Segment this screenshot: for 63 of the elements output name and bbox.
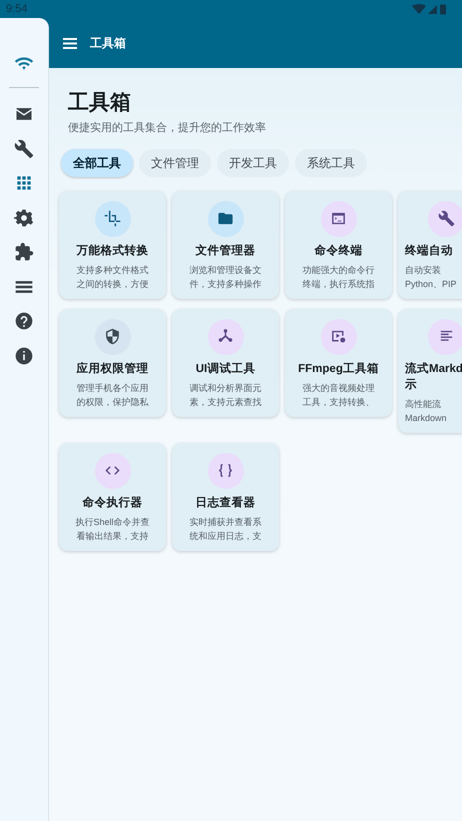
tool-card[interactable]: 万能格式转换 支持多种文件格式 之间的转换，方便: [59, 190, 166, 298]
tool-description: 高性能流: [405, 398, 442, 410]
wrench-icon[interactable]: [14, 138, 34, 159]
help-icon[interactable]: [14, 311, 34, 332]
braces-icon: [217, 462, 234, 479]
filter-chip[interactable]: 系统工具: [295, 148, 367, 176]
tool-card[interactable]: 命令执行器 执行Shell命令并查 看输出结果，支持: [59, 442, 166, 550]
tool-description: 件，支持多种操作: [188, 278, 262, 290]
app-bar-title: 工具箱: [90, 35, 126, 52]
tool-description: 浏览和管理设备文: [188, 264, 262, 276]
tool-description: 管理手机各个应用: [76, 382, 150, 394]
tool-description: 功能强大的命令行: [302, 264, 376, 276]
tool-title: 日志查看器: [194, 495, 256, 510]
tool-title: 流式Markd: [405, 361, 460, 376]
tool-description: 的权限，保护隐私: [76, 396, 150, 408]
hub-icon: [217, 328, 234, 345]
info-icon[interactable]: [14, 346, 34, 366]
tool-description: 实时捕获并查看系: [188, 516, 262, 528]
filter-chip[interactable]: 文件管理: [139, 148, 211, 176]
tool-description: 工具，支持转换、: [302, 396, 376, 408]
tool-title: 万能格式转换: [76, 243, 150, 258]
tool-description: 支持多种文件格式: [76, 264, 150, 276]
tool-description: 执行Shell命令并查: [74, 516, 150, 528]
tool-description: 统和应用日志，支: [188, 530, 262, 542]
tool-card[interactable]: 流式Markd 示 高性能流 Markdown: [398, 308, 462, 432]
filter-chip[interactable]: 开发工具: [217, 148, 289, 176]
menu-icon[interactable]: [63, 38, 77, 48]
puzzle-icon[interactable]: [14, 242, 34, 262]
tool-description: 强大的音视频处理: [302, 382, 376, 394]
tool-title: FFmpeg工具箱: [297, 362, 380, 376]
tool-card[interactable]: 日志查看器 实时捕获并查看系 统和应用日志，支: [172, 442, 279, 550]
tool-card[interactable]: 应用权限管理 管理手机各个应用 的权限，保护隐私: [59, 308, 166, 416]
tool-title: 示: [405, 378, 418, 392]
tool-title: 命令终端: [314, 243, 364, 258]
tool-card[interactable]: 终端自动 自动安装 Python、PIP: [398, 190, 462, 298]
tool-title: 终端自动: [405, 243, 454, 258]
status-time: 9:54: [6, 2, 28, 17]
tool-title: 应用权限管理: [75, 361, 150, 376]
tool-card[interactable]: UI调试工具 调试和分析界面元 素，支持元素查找: [172, 308, 279, 416]
shield-icon: [104, 328, 121, 345]
tool-description: Python、PIP: [405, 278, 458, 290]
tool-title: 文件管理器: [194, 243, 256, 258]
page-subtitle: 便捷实用的工具集合，提升您的工作效率: [68, 120, 267, 136]
tool-description: 终端，执行系统指: [302, 278, 376, 290]
tool-title: 命令执行器: [82, 495, 144, 510]
tool-title: UI调试工具: [194, 361, 256, 376]
tool-description: Markdown: [405, 412, 448, 424]
page-title: 工具箱: [68, 90, 132, 116]
tool-card[interactable]: 命令终端 功能强大的命令行 终端，执行系统指: [285, 190, 392, 298]
filter-chip[interactable]: 全部工具: [61, 148, 133, 176]
tool-description: 之间的转换，方便: [76, 278, 150, 290]
crop-icon: [104, 210, 121, 227]
wrench-icon: [438, 210, 454, 227]
tool-card[interactable]: 文件管理器 浏览和管理设备文 件，支持多种操作: [172, 190, 279, 298]
tool-description: 素，支持元素查找: [188, 396, 262, 408]
tool-description: 调试和分析界面元: [188, 382, 262, 394]
terminal-icon: [330, 210, 347, 227]
tool-description: 自动安装: [405, 264, 442, 276]
tool-card[interactable]: FFmpeg工具箱 强大的音视频处理 工具，支持转换、: [285, 308, 392, 416]
video-settings-icon: [330, 328, 347, 345]
folder-icon: [217, 210, 234, 227]
settings-icon[interactable]: [14, 208, 34, 228]
tool-description: 看输出结果，支持: [76, 530, 150, 542]
